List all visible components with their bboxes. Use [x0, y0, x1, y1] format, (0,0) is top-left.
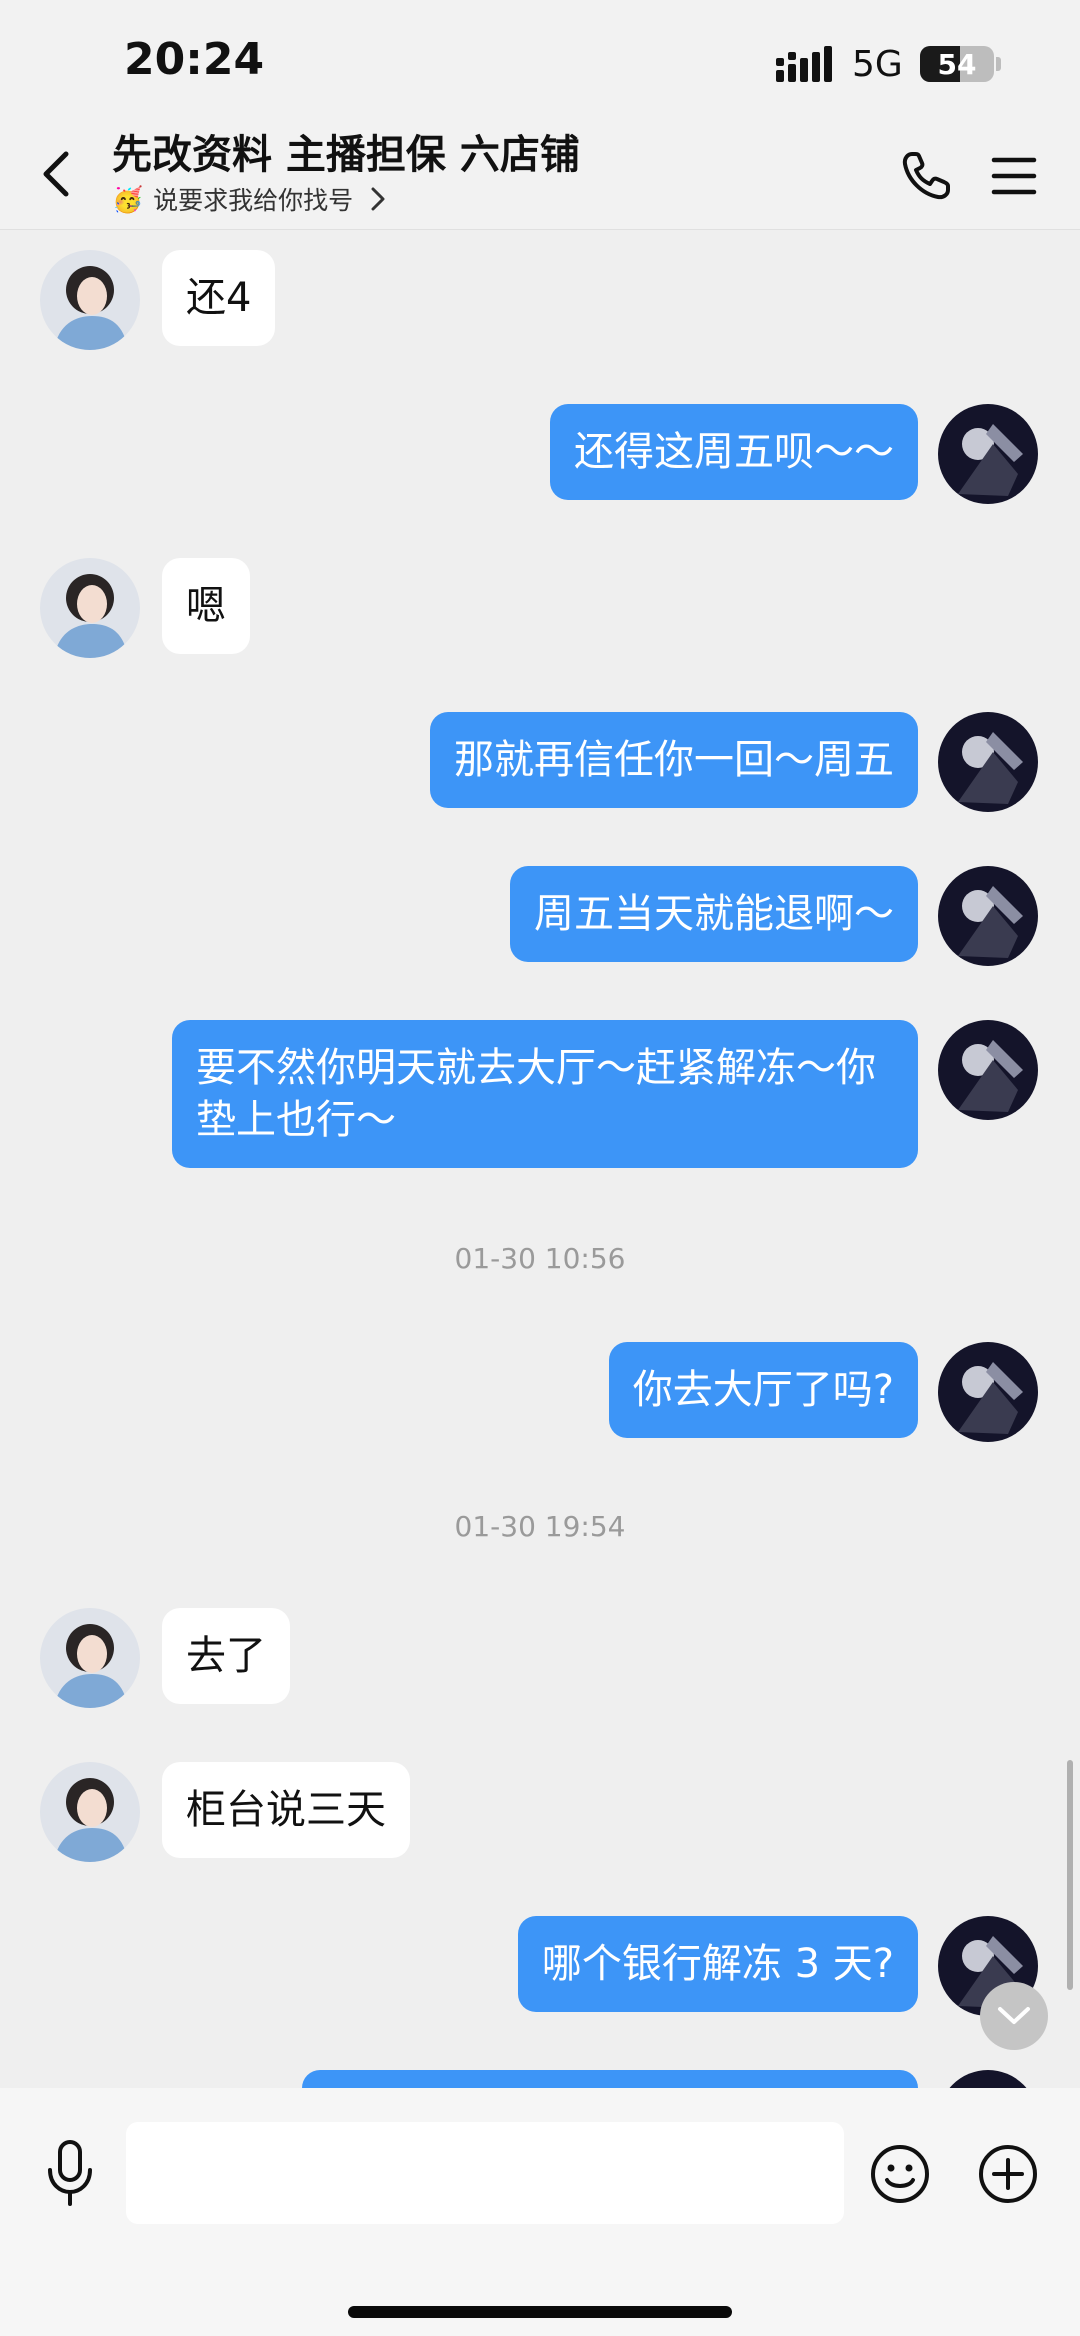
home-indicator[interactable] — [348, 2306, 732, 2318]
message-bubble[interactable]: 去了 — [162, 1608, 290, 1704]
message-timestamp: 01-30 10:56 — [454, 1242, 626, 1275]
contact-avatar[interactable] — [40, 558, 140, 658]
plus-circle-icon[interactable] — [976, 2142, 1040, 2206]
battery-icon: 54 — [920, 46, 994, 82]
menu-icon[interactable] — [984, 146, 1044, 206]
status-time: 20:24 — [124, 34, 265, 85]
message-input[interactable] — [126, 2122, 844, 2224]
message-list[interactable]: 还4 还得这周五呗～～ 嗯 那就再信任你一回～周五 周五当天就能退啊～ 要不然你… — [0, 230, 1080, 2088]
battery-level: 54 — [937, 47, 977, 81]
message-bubble[interactable]: 哪个银行解冻 3 天? — [517, 1916, 918, 2012]
message-timestamp: 01-30 19:54 — [454, 1510, 626, 1543]
chat-title[interactable]: 先改资料 主播担保 六店铺 — [112, 122, 580, 180]
message-bubble[interactable]: 嗯 — [162, 558, 250, 654]
message-bubble[interactable] — [302, 2070, 918, 2088]
message-bubble[interactable]: 要不然你明天就去大厅～赶紧解冻～你垫上也行～ — [172, 1020, 918, 1168]
chevron-right-icon — [371, 187, 385, 211]
status-bar: 20:24 5G 54 — [0, 0, 1080, 120]
signal-icon — [776, 46, 832, 82]
scroll-to-bottom-button[interactable] — [980, 1982, 1048, 2050]
my-avatar[interactable] — [938, 712, 1038, 812]
phone-icon[interactable] — [896, 146, 956, 206]
my-avatar[interactable] — [938, 1020, 1038, 1120]
chat-subtitle[interactable]: 🥳 说要求我给你找号 — [112, 182, 387, 216]
my-avatar[interactable] — [938, 1342, 1038, 1442]
scrollbar[interactable] — [1067, 1760, 1073, 1990]
my-avatar[interactable] — [938, 866, 1038, 966]
party-face-icon: 🥳 — [112, 184, 144, 214]
message-bubble[interactable]: 你去大厅了吗? — [608, 1342, 918, 1438]
chat-subtitle-text: 说要求我给你找号 — [153, 186, 354, 215]
contact-avatar[interactable] — [40, 1608, 140, 1708]
chat-header: 先改资料 主播担保 六店铺 🥳 说要求我给你找号 — [0, 120, 1080, 230]
message-bubble[interactable]: 还得这周五呗～～ — [550, 404, 918, 500]
my-avatar[interactable] — [938, 404, 1038, 504]
message-bubble[interactable]: 那就再信任你一回～周五 — [430, 712, 918, 808]
battery-cap — [996, 57, 1001, 71]
microphone-icon[interactable] — [40, 2138, 100, 2208]
smiley-icon[interactable] — [868, 2142, 932, 2206]
message-bubble[interactable]: 还4 — [162, 250, 276, 346]
network-type: 5G — [852, 44, 903, 85]
chevron-down-icon — [998, 2007, 1030, 2024]
contact-avatar[interactable] — [40, 250, 140, 350]
message-bubble[interactable]: 柜台说三天 — [162, 1762, 410, 1858]
my-avatar[interactable] — [938, 2070, 1038, 2088]
input-bar — [0, 2088, 1080, 2336]
message-bubble[interactable]: 周五当天就能退啊～ — [510, 866, 918, 962]
contact-avatar[interactable] — [40, 1762, 140, 1862]
back-button[interactable] — [28, 144, 88, 204]
